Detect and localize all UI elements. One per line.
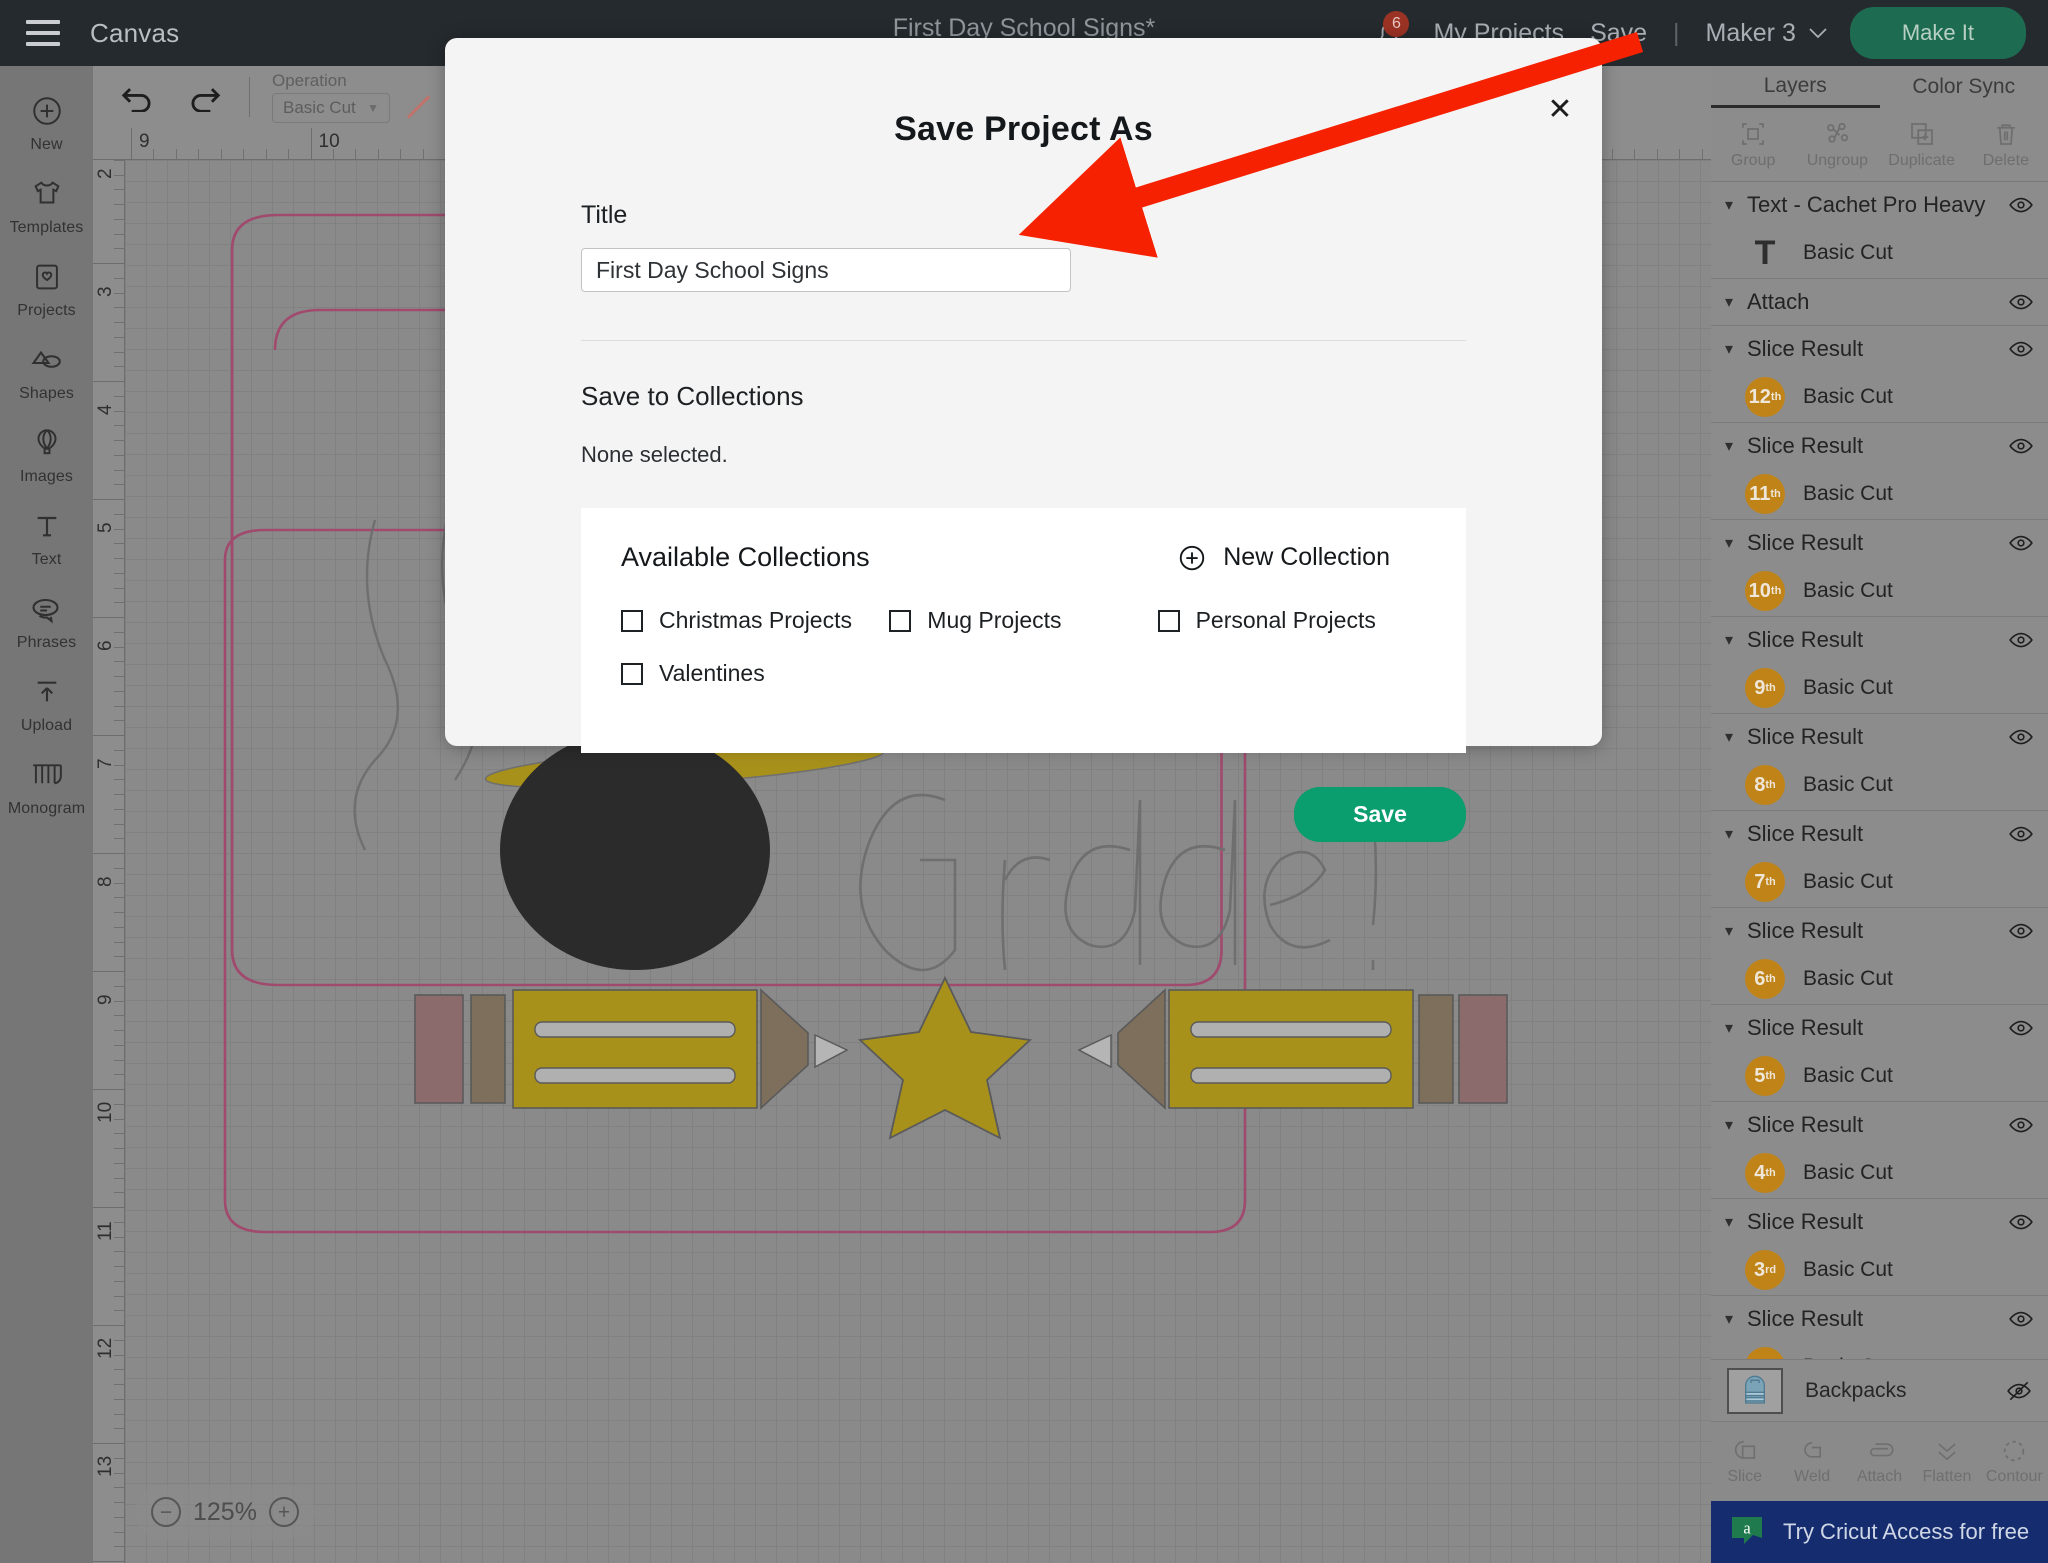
- save-button[interactable]: Save: [1294, 787, 1466, 842]
- checkbox[interactable]: [621, 662, 643, 685]
- collection-checkbox-item[interactable]: Christmas Projects: [621, 607, 889, 634]
- modal-title: Save Project As: [894, 110, 1153, 148]
- collection-label: Valentines: [659, 660, 765, 686]
- collection-label: Christmas Projects: [659, 607, 852, 633]
- save-project-modal: ✕ Save Project As Title First Day School…: [445, 38, 1602, 842]
- collection-checkbox-item[interactable]: Valentines: [621, 660, 889, 687]
- new-collection-label: New Collection: [1223, 543, 1390, 571]
- collection-label: Personal Projects: [1195, 607, 1376, 633]
- new-collection-button[interactable]: New Collection: [1177, 543, 1426, 573]
- app-root: Canvas First Day School Signs* 6 My Proj…: [0, 0, 2048, 1563]
- collection-checkbox-item[interactable]: Personal Projects: [1157, 607, 1426, 634]
- collections-header: Available Collections New Collection: [621, 542, 1426, 573]
- modal-divider: [581, 340, 1466, 341]
- modal-body: Title First Day School Signs Save to Col…: [445, 201, 1602, 753]
- checkbox[interactable]: [621, 609, 643, 632]
- title-input[interactable]: First Day School Signs: [581, 248, 1071, 292]
- available-collections-heading: Available Collections: [621, 542, 870, 572]
- collection-label: Mug Projects: [927, 607, 1062, 633]
- close-x-icon[interactable]: ✕: [1546, 95, 1574, 125]
- none-selected-text: None selected.: [581, 442, 728, 467]
- plus-circle-icon: [1180, 545, 1205, 570]
- modal-footer: Save: [445, 753, 1602, 842]
- checkbox[interactable]: [1157, 609, 1180, 632]
- checkbox[interactable]: [889, 609, 912, 632]
- collection-checkbox-item[interactable]: Mug Projects: [889, 607, 1157, 634]
- title-field-label: Title: [581, 201, 628, 229]
- modal-overlay: ✕ Save Project As Title First Day School…: [0, 0, 2048, 1563]
- collection-checkbox-grid: Christmas Projects Mug Projects Personal P…: [621, 607, 1426, 713]
- save-to-collections-heading: Save to Collections: [581, 381, 804, 411]
- available-collections-box: Available Collections New Collection Chr…: [581, 508, 1466, 753]
